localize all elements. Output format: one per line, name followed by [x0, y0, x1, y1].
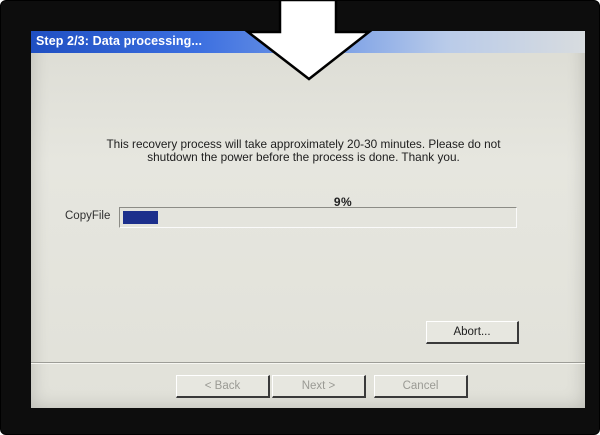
title-bar: Step 2/3: Data processing... [31, 31, 585, 53]
back-button[interactable]: < Back [176, 375, 270, 398]
setup-dialog: Step 2/3: Data processing... This recove… [31, 31, 585, 408]
window-title: Step 2/3: Data processing... [36, 34, 203, 48]
button-divider [31, 362, 585, 364]
next-button[interactable]: Next > [272, 375, 366, 398]
progress-fill [123, 211, 158, 224]
message-line-2: shutdown the power before the process is… [147, 150, 460, 164]
instruction-message: This recovery process will take approxim… [51, 138, 556, 164]
progress-bar [119, 207, 517, 228]
progress-label: CopyFile [65, 210, 111, 222]
abort-button[interactable]: Abort... [426, 321, 519, 344]
cancel-button[interactable]: Cancel [374, 375, 468, 398]
